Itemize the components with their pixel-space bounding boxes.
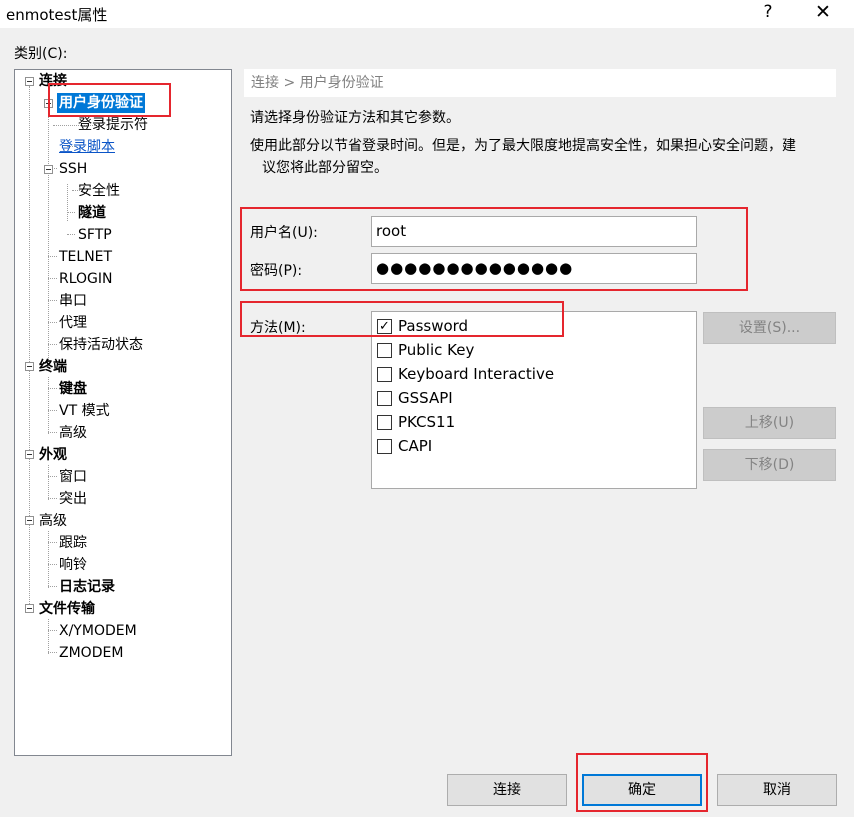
tree-item-vt-mode[interactable]: VT 模式 — [59, 401, 110, 421]
checkbox-icon[interactable] — [377, 343, 392, 358]
tree-item-logging[interactable]: 日志记录 — [59, 577, 115, 597]
tree-item-terminal-advanced[interactable]: 高级 — [59, 423, 87, 443]
tree-item-advanced[interactable]: 高级 — [39, 511, 67, 531]
checkbox-icon[interactable] — [377, 415, 392, 430]
tree-item-tunnel[interactable]: 隧道 — [78, 203, 106, 223]
annotation-box — [576, 753, 708, 812]
expand-icon[interactable] — [25, 450, 34, 459]
connect-button[interactable]: 连接 — [447, 774, 567, 806]
description-line: 使用此部分以节省登录时间。但是，为了最大限度地提高安全性，如果担心安全问题，建 — [250, 138, 796, 154]
expand-icon[interactable] — [25, 604, 34, 613]
tree-item-terminal[interactable]: 终端 — [39, 357, 67, 377]
tree-item-appearance[interactable]: 外观 — [39, 445, 67, 465]
method-list[interactable]: ✓ Password Public Key Keyboard Interacti… — [371, 311, 697, 489]
cancel-button[interactable]: 取消 — [717, 774, 837, 806]
breadcrumb: 连接 > 用户身份验证 — [244, 69, 836, 97]
description-line: 议您将此部分留空。 — [262, 160, 388, 176]
move-down-button[interactable]: 下移(D) — [703, 449, 836, 481]
annotation-box — [48, 83, 171, 117]
tree-item-serial[interactable]: 串口 — [59, 291, 87, 311]
tree-item-file-transfer[interactable]: 文件传输 — [39, 599, 95, 619]
help-icon[interactable]: ? — [761, 2, 775, 22]
tree-item-zmodem[interactable]: ZMODEM — [59, 643, 123, 663]
checkbox-icon[interactable] — [377, 439, 392, 454]
expand-icon[interactable] — [44, 165, 53, 174]
expand-icon[interactable] — [25, 77, 34, 86]
checkbox-icon[interactable] — [377, 367, 392, 382]
title-bar: enmotest属性 ? ✕ — [0, 0, 854, 28]
tree-item-rlogin[interactable]: RLOGIN — [59, 269, 113, 289]
description-line: 请选择身份验证方法和其它参数。 — [250, 110, 460, 126]
tree-item-trace[interactable]: 跟踪 — [59, 533, 87, 553]
settings-button[interactable]: 设置(S)... — [703, 312, 836, 344]
window-title: enmotest属性 — [6, 6, 108, 24]
tree-item-proxy[interactable]: 代理 — [59, 313, 87, 333]
expand-icon[interactable] — [25, 362, 34, 371]
tree-item-window[interactable]: 窗口 — [59, 467, 87, 487]
tree-item-keyboard[interactable]: 键盘 — [59, 379, 87, 399]
tree-item-telnet[interactable]: TELNET — [59, 247, 112, 267]
move-up-button[interactable]: 上移(U) — [703, 407, 836, 439]
tree-item-xymodem[interactable]: X/YMODEM — [59, 621, 137, 641]
close-icon[interactable]: ✕ — [813, 1, 833, 23]
checkbox-icon[interactable] — [377, 391, 392, 406]
annotation-box — [240, 207, 748, 291]
expand-icon[interactable] — [25, 516, 34, 525]
tree-item-security[interactable]: 安全性 — [78, 181, 120, 201]
tree-item-bell[interactable]: 响铃 — [59, 555, 87, 575]
tree-item-sftp[interactable]: SFTP — [78, 225, 112, 245]
annotation-box — [240, 301, 564, 337]
tree-item-highlight[interactable]: 突出 — [59, 489, 87, 509]
tree-item-keepalive[interactable]: 保持活动状态 — [59, 335, 143, 355]
category-tree[interactable]: 连接 用户身份验证 登录提示符 登录脚本 SSH 安全性 隧道 SFTP TEL… — [14, 69, 232, 756]
category-label: 类别(C): — [14, 46, 68, 62]
tree-item-login-prompt[interactable]: 登录提示符 — [78, 115, 148, 135]
tree-item-login-script[interactable]: 登录脚本 — [59, 137, 115, 157]
tree-item-ssh[interactable]: SSH — [59, 159, 87, 179]
